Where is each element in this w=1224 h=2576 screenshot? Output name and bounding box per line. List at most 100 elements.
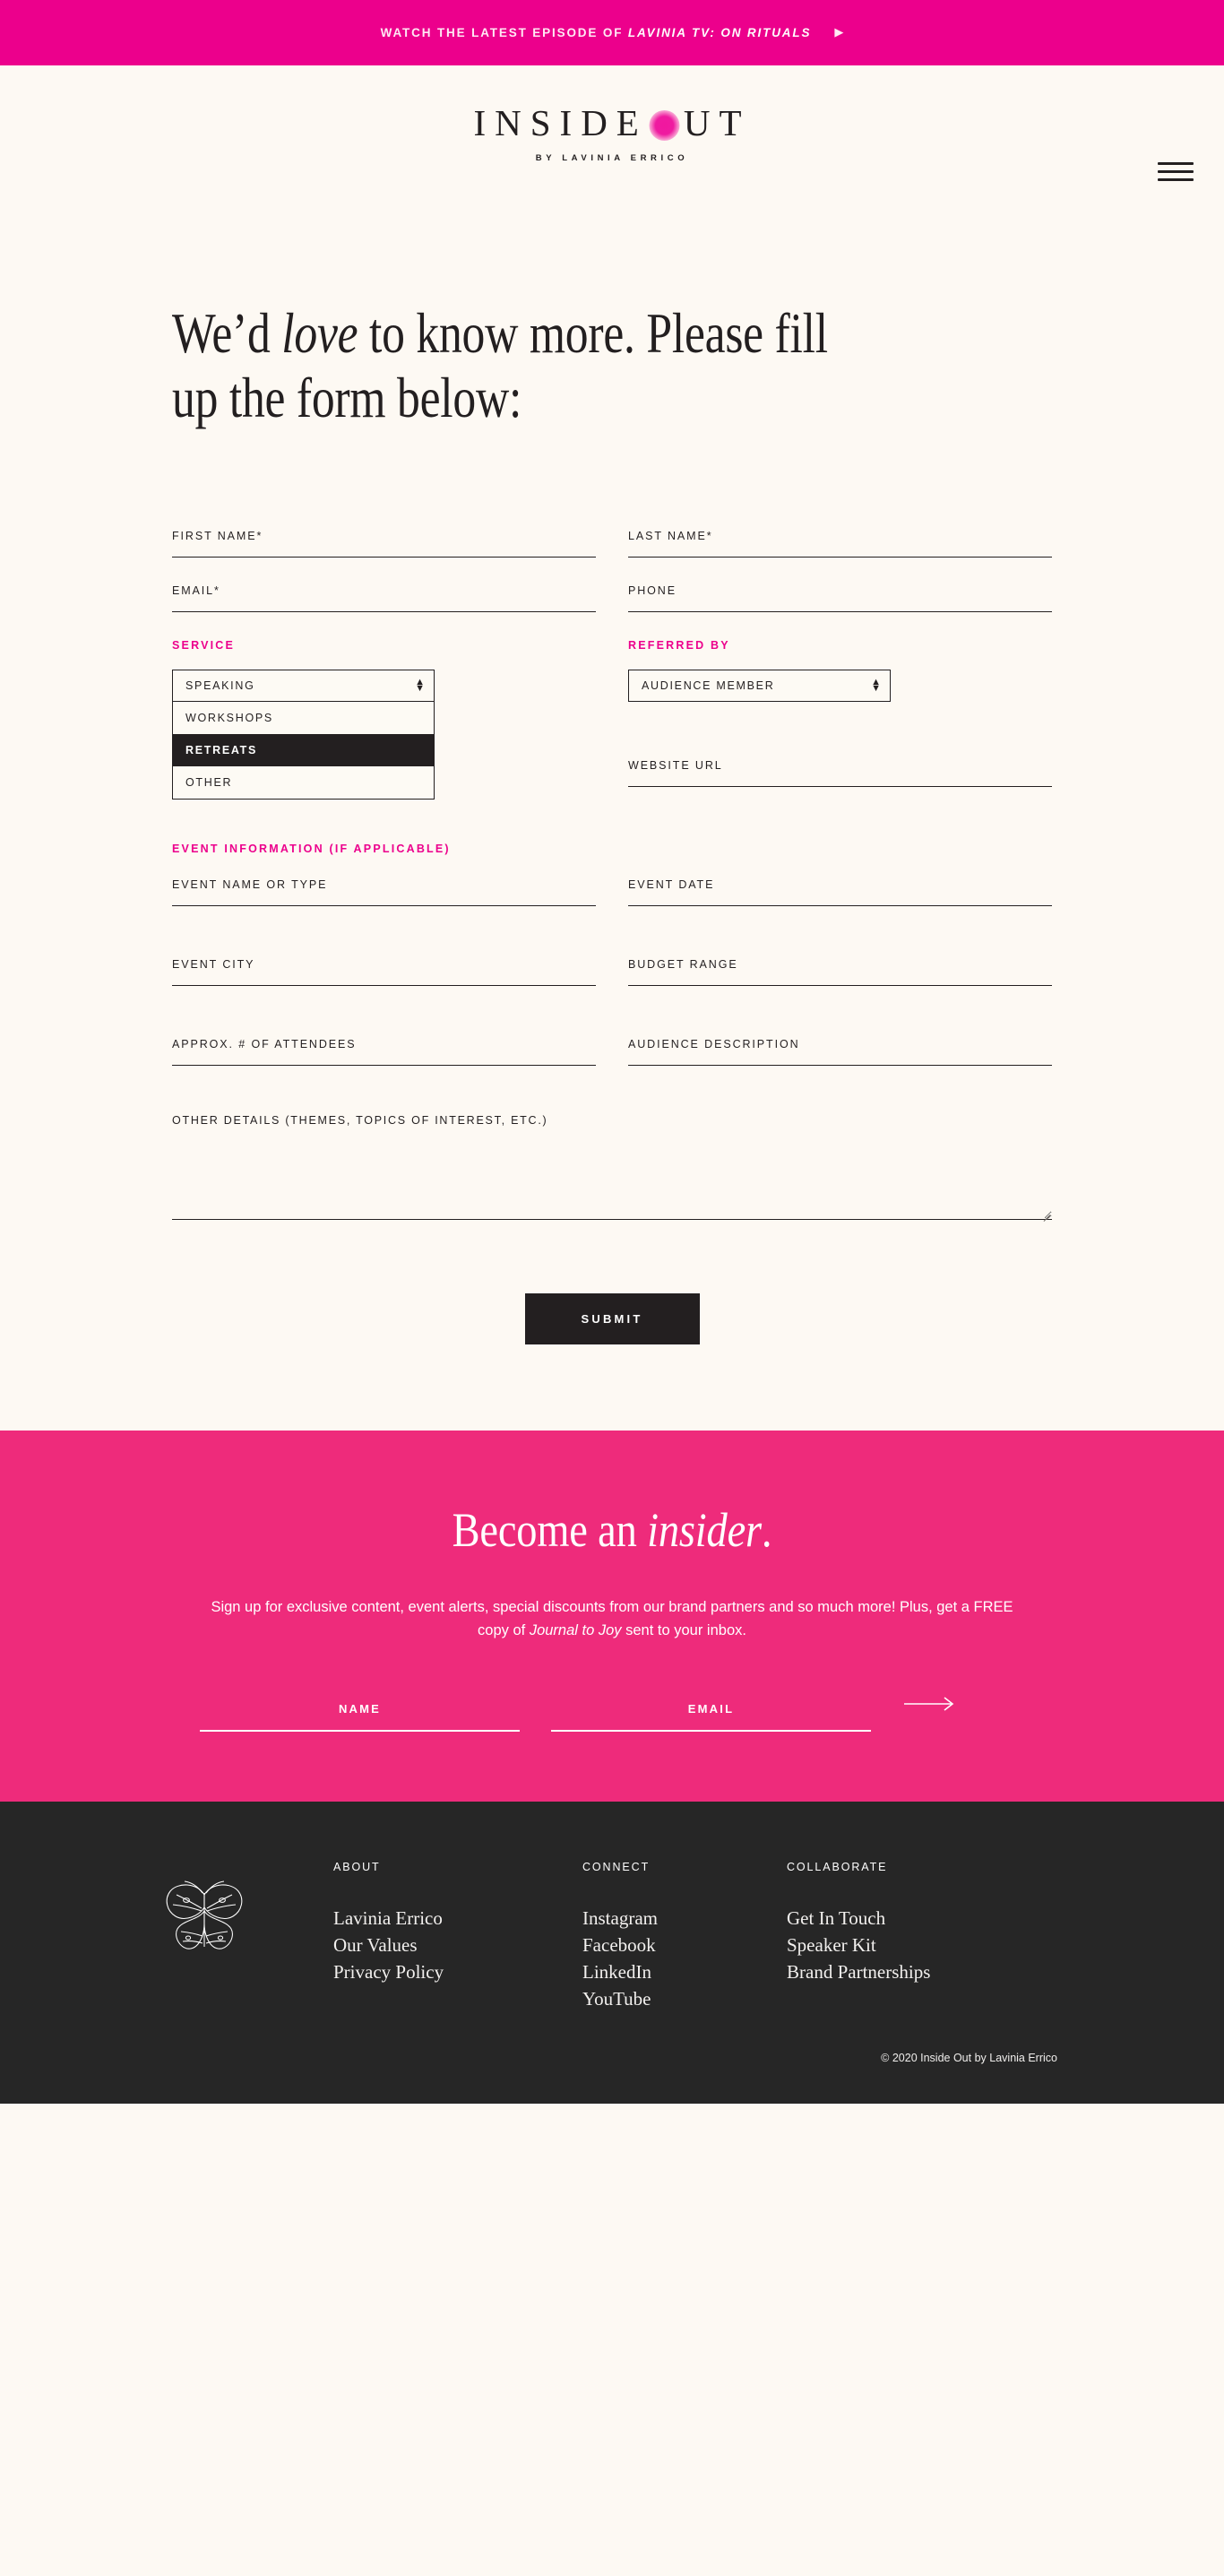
newsletter-book-title: Journal to Joy: [529, 1622, 622, 1639]
form-row-event-logistics: EVENT CITY BUDGET RANGE: [172, 958, 1052, 986]
event-info-label: EVENT INFORMATION (IF APPLICABLE): [172, 842, 451, 855]
form-row-audience: APPROX. # OF ATTENDEES AUDIENCE DESCRIPT…: [172, 1038, 1052, 1066]
newsletter-title-part-2: .: [761, 1502, 772, 1557]
service-select[interactable]: SPEAKING ▲ ▼: [172, 669, 435, 702]
last-name-input[interactable]: [628, 549, 1052, 558]
footer-column-collaborate: COLLABORATE Get In Touch Speaker Kit Bra…: [787, 1861, 1056, 1985]
field-phone: PHONE: [628, 584, 1052, 612]
footer-link-facebook[interactable]: Facebook: [582, 1932, 787, 1959]
budget-range-input[interactable]: [628, 977, 1052, 986]
newsletter-title-emphasis: insider: [647, 1502, 762, 1557]
footer-link-our-values[interactable]: Our Values: [333, 1932, 582, 1959]
footer-link-speaker-kit[interactable]: Speaker Kit: [787, 1932, 1056, 1959]
pink-dot-o-icon: [649, 110, 680, 141]
footer-link-linkedin[interactable]: LinkedIn: [582, 1959, 787, 1986]
phone-input[interactable]: [628, 603, 1052, 612]
footer-link-instagram[interactable]: Instagram: [582, 1906, 787, 1932]
field-budget-range: BUDGET RANGE: [628, 958, 1052, 986]
site-header: INSIDE UT BY LAVINIA ERRICO: [0, 65, 1224, 202]
field-website-url: WEBSITE URL: [628, 759, 1052, 787]
budget-range-label: BUDGET RANGE: [628, 957, 738, 971]
event-date-input[interactable]: [628, 897, 1052, 906]
service-option-workshops[interactable]: WORKSHOPS: [173, 702, 434, 734]
submit-button[interactable]: SUBMIT: [524, 1292, 700, 1344]
footer-link-youtube[interactable]: YouTube: [582, 1986, 787, 2013]
newsletter-title-part-1: Become an: [452, 1502, 648, 1557]
hamburger-line: [1158, 178, 1194, 181]
hamburger-line: [1158, 162, 1194, 165]
footer-collaborate-title: COLLABORATE: [787, 1861, 888, 1874]
first-name-label: FIRST NAME*: [172, 529, 263, 542]
spinner-arrows-icon: ▲ ▼: [871, 676, 881, 694]
service-label: SERVICE: [172, 638, 236, 652]
hamburger-line: [1158, 170, 1194, 173]
newsletter-title: Become an insider.: [86, 1502, 1139, 1558]
event-info-heading: EVENT INFORMATION (IF APPLICABLE): [172, 843, 1052, 855]
newsletter-form: NAME EMAIL: [200, 1695, 1024, 1733]
event-name-input[interactable]: [172, 897, 596, 906]
field-service: SERVICE SPEAKING ▲ ▼ WORKSHOPS RETREATS O…: [172, 638, 596, 800]
field-audience-description: AUDIENCE DESCRIPTION: [628, 1038, 1052, 1066]
other-details-textarea[interactable]: [172, 1133, 1052, 1220]
newsletter-section: Become an insider. Sign up for exclusive…: [0, 1430, 1224, 1802]
footer-connect-title: CONNECT: [582, 1861, 651, 1874]
form-row-contact: EMAIL* PHONE: [172, 584, 1052, 612]
service-option-retreats[interactable]: RETREATS: [173, 733, 434, 766]
service-dropdown-menu[interactable]: WORKSHOPS RETREATS OTHER: [172, 701, 435, 800]
footer-copyright: © 2020 Inside Out by Lavinia Errico: [881, 2052, 1057, 2065]
referred-by-selected-value: AUDIENCE MEMBER: [642, 679, 775, 692]
footer-link-get-in-touch[interactable]: Get In Touch: [787, 1906, 1056, 1932]
headline-part-1: We’d: [172, 302, 282, 365]
email-label: EMAIL*: [172, 583, 220, 597]
event-city-input[interactable]: [172, 977, 596, 986]
field-email: EMAIL*: [172, 584, 596, 612]
first-name-input[interactable]: [172, 549, 596, 558]
website-url-label: WEBSITE URL: [628, 758, 723, 772]
other-details-label: OTHER DETAILS (THEMES, TOPICS OF INTERES…: [172, 1113, 548, 1127]
hamburger-menu-icon[interactable]: [1158, 162, 1194, 184]
phone-label: PHONE: [628, 583, 677, 597]
newsletter-field-email: EMAIL: [551, 1702, 871, 1733]
newsletter-email-label: EMAIL: [687, 1702, 735, 1716]
newsletter-name-label: NAME: [338, 1702, 382, 1716]
site-logo[interactable]: INSIDE UT BY LAVINIA ERRICO: [473, 105, 750, 164]
play-triangle-icon[interactable]: ▶: [834, 26, 843, 38]
footer-about-title: ABOUT: [333, 1861, 381, 1874]
butterfly-icon: [133, 1861, 333, 1964]
contact-form: FIRST NAME* LAST NAME* EMAIL* PHONE SERV…: [172, 530, 1052, 1344]
footer-link-lavinia-errico[interactable]: Lavinia Errico: [333, 1906, 582, 1932]
event-city-label: EVENT CITY: [172, 957, 255, 971]
last-name-label: LAST NAME*: [628, 529, 713, 542]
audience-description-input[interactable]: [628, 1057, 1052, 1066]
logo-subtitle: BY LAVINIA ERRICO: [535, 153, 689, 163]
form-row-selects: SERVICE SPEAKING ▲ ▼ WORKSHOPS RETREATS O…: [172, 638, 1052, 800]
announcement-bar[interactable]: WATCH THE LATEST EPISODE OF LAVINIA TV: …: [0, 0, 1224, 65]
website-url-input[interactable]: [628, 778, 1052, 787]
field-event-date: EVENT DATE: [628, 878, 1052, 906]
headline-emphasis: love: [281, 302, 358, 365]
newsletter-field-name: NAME: [200, 1702, 520, 1733]
newsletter-copy-part-2: sent to your inbox.: [621, 1622, 746, 1639]
field-event-name: EVENT NAME OR TYPE: [172, 878, 596, 906]
service-selected-value: SPEAKING: [185, 679, 255, 692]
service-option-other[interactable]: OTHER: [173, 766, 434, 799]
attendees-label: APPROX. # OF ATTENDEES: [172, 1037, 357, 1050]
attendees-input[interactable]: [172, 1057, 596, 1066]
newsletter-email-input[interactable]: [551, 1725, 871, 1733]
newsletter-name-input[interactable]: [200, 1725, 520, 1733]
page-root: WATCH THE LATEST EPISODE OF LAVINIA TV: …: [0, 0, 1224, 2105]
email-input[interactable]: [172, 603, 596, 612]
logo-wordmark: INSIDE UT: [473, 105, 750, 142]
contact-form-section: We’d love to know more. Please fill up t…: [0, 202, 1224, 1431]
field-last-name: LAST NAME*: [628, 530, 1052, 558]
referred-by-select[interactable]: AUDIENCE MEMBER ▲ ▼: [628, 669, 891, 702]
footer-link-brand-partnerships[interactable]: Brand Partnerships: [787, 1959, 1056, 1986]
field-first-name: FIRST NAME*: [172, 530, 596, 558]
newsletter-description: Sign up for exclusive content, event ale…: [200, 1595, 1024, 1643]
field-event-city: EVENT CITY: [172, 958, 596, 986]
footer-link-privacy-policy[interactable]: Privacy Policy: [333, 1959, 582, 1986]
long-arrow-right-icon[interactable]: [904, 1695, 956, 1717]
field-attendees: APPROX. # OF ATTENDEES: [172, 1038, 596, 1066]
logo-text-left: INSIDE: [473, 102, 648, 143]
field-referred-by: REFERRED BY AUDIENCE MEMBER ▲ ▼ WEBSITE U…: [628, 639, 1052, 787]
